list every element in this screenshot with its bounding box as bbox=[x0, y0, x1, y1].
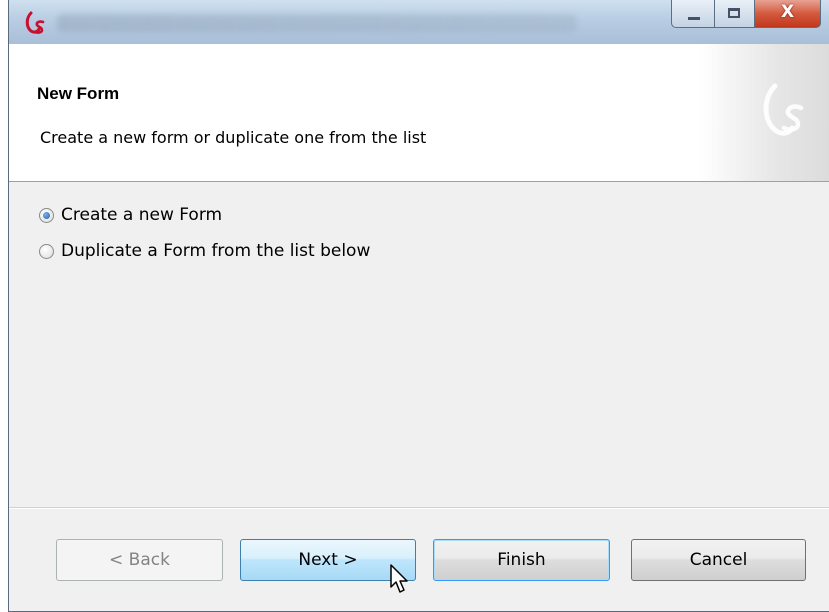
app-logo-icon bbox=[25, 11, 45, 34]
app-watermark-logo-icon bbox=[763, 83, 804, 136]
page-description: Create a new form or duplicate one from … bbox=[40, 128, 427, 147]
cancel-button[interactable]: Cancel bbox=[631, 539, 806, 581]
close-button[interactable]: X bbox=[755, 0, 821, 28]
footer-divider bbox=[9, 507, 829, 509]
option-create-new-form[interactable]: Create a new Form bbox=[39, 205, 222, 225]
finish-button[interactable]: Finish bbox=[433, 539, 610, 581]
maximize-button[interactable] bbox=[715, 0, 755, 28]
radio-label-create-new: Create a new Form bbox=[61, 205, 223, 225]
mouse-pointer-icon bbox=[390, 564, 408, 593]
window-controls: X bbox=[671, 0, 821, 30]
radio-duplicate[interactable] bbox=[39, 243, 54, 259]
radio-create-new[interactable] bbox=[39, 207, 54, 223]
new-form-wizard-dialog: X New Form Create a new form or duplicat… bbox=[8, 0, 829, 612]
maximize-icon bbox=[728, 8, 740, 18]
blurred-menu-bar bbox=[57, 14, 577, 32]
option-duplicate-form[interactable]: Duplicate a Form from the list below bbox=[39, 241, 370, 261]
back-button[interactable]: < Back bbox=[56, 539, 223, 581]
minimize-button[interactable] bbox=[671, 0, 715, 28]
title-bar[interactable]: X bbox=[9, 0, 829, 45]
radio-label-duplicate: Duplicate a Form from the list below bbox=[61, 241, 371, 261]
minimize-icon bbox=[688, 17, 700, 20]
wizard-header: New Form Create a new form or duplicate … bbox=[9, 44, 829, 182]
page-title: New Form bbox=[37, 84, 120, 103]
close-icon: X bbox=[780, 2, 795, 22]
